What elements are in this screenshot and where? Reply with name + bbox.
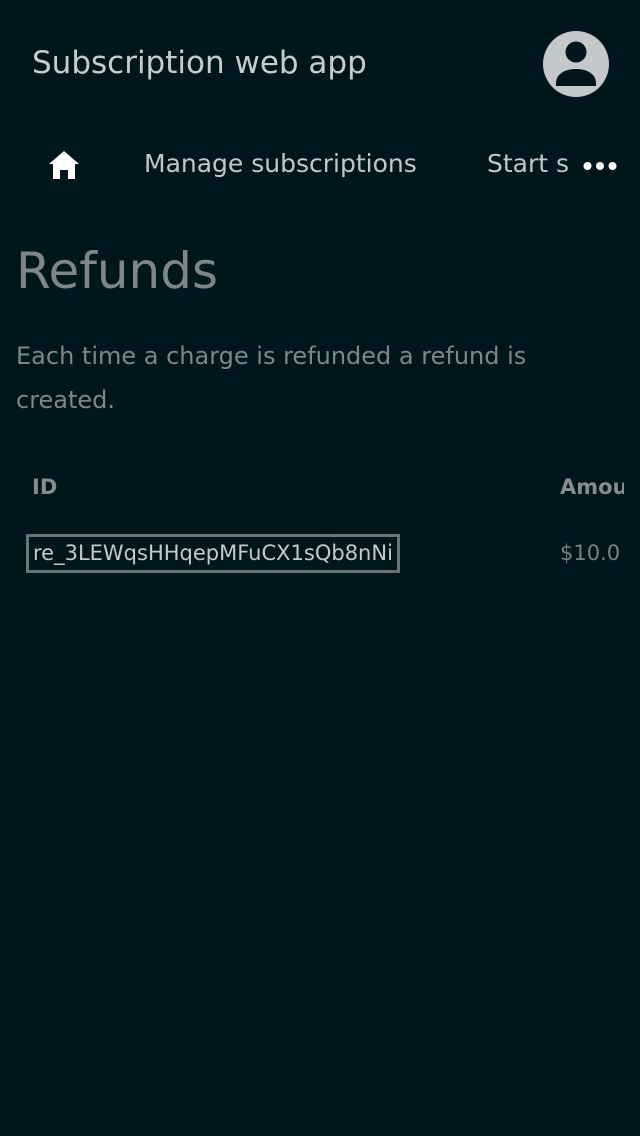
app-title: Subscription web app — [32, 45, 367, 81]
account-button[interactable] — [543, 31, 609, 97]
more-horizontal-icon — [583, 162, 617, 170]
refund-amount: $10.0 — [560, 541, 621, 565]
refund-id-link[interactable]: re_3LEWqsHHqepMFuCX1sQb8nNi — [26, 534, 400, 573]
page-title: Refunds — [16, 242, 219, 300]
column-header-amount: Amou — [560, 475, 624, 499]
page-description: Each time a charge is refunded a refund … — [16, 342, 527, 414]
column-header-id: ID — [32, 475, 58, 499]
top-nav: Manage subscriptions Start s — [0, 128, 640, 204]
home-icon — [49, 151, 79, 179]
refunds-table: ID Amou re_3LEWqsHHqepMFuCX1sQb8nNi $10.… — [16, 462, 624, 592]
nav-more-button[interactable] — [576, 148, 624, 184]
nav-home[interactable] — [32, 128, 96, 204]
nav-start-subscription[interactable]: Start s — [487, 147, 568, 181]
account-circle-icon — [556, 41, 596, 86]
nav-manage-subscriptions[interactable]: Manage subscriptions — [144, 147, 417, 181]
app-header: Subscription web app — [0, 0, 640, 128]
